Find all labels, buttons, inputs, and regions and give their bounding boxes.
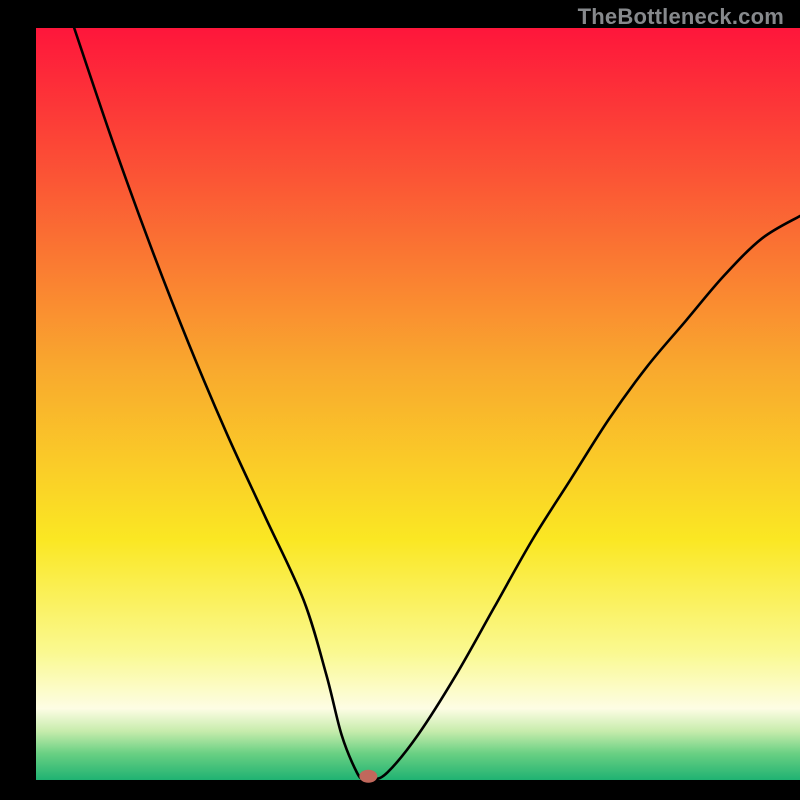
optimal-point-marker (359, 770, 377, 783)
bottleneck-chart (0, 0, 800, 800)
watermark-text: TheBottleneck.com (578, 4, 784, 30)
chart-container: TheBottleneck.com (0, 0, 800, 800)
gradient-background (36, 28, 800, 780)
